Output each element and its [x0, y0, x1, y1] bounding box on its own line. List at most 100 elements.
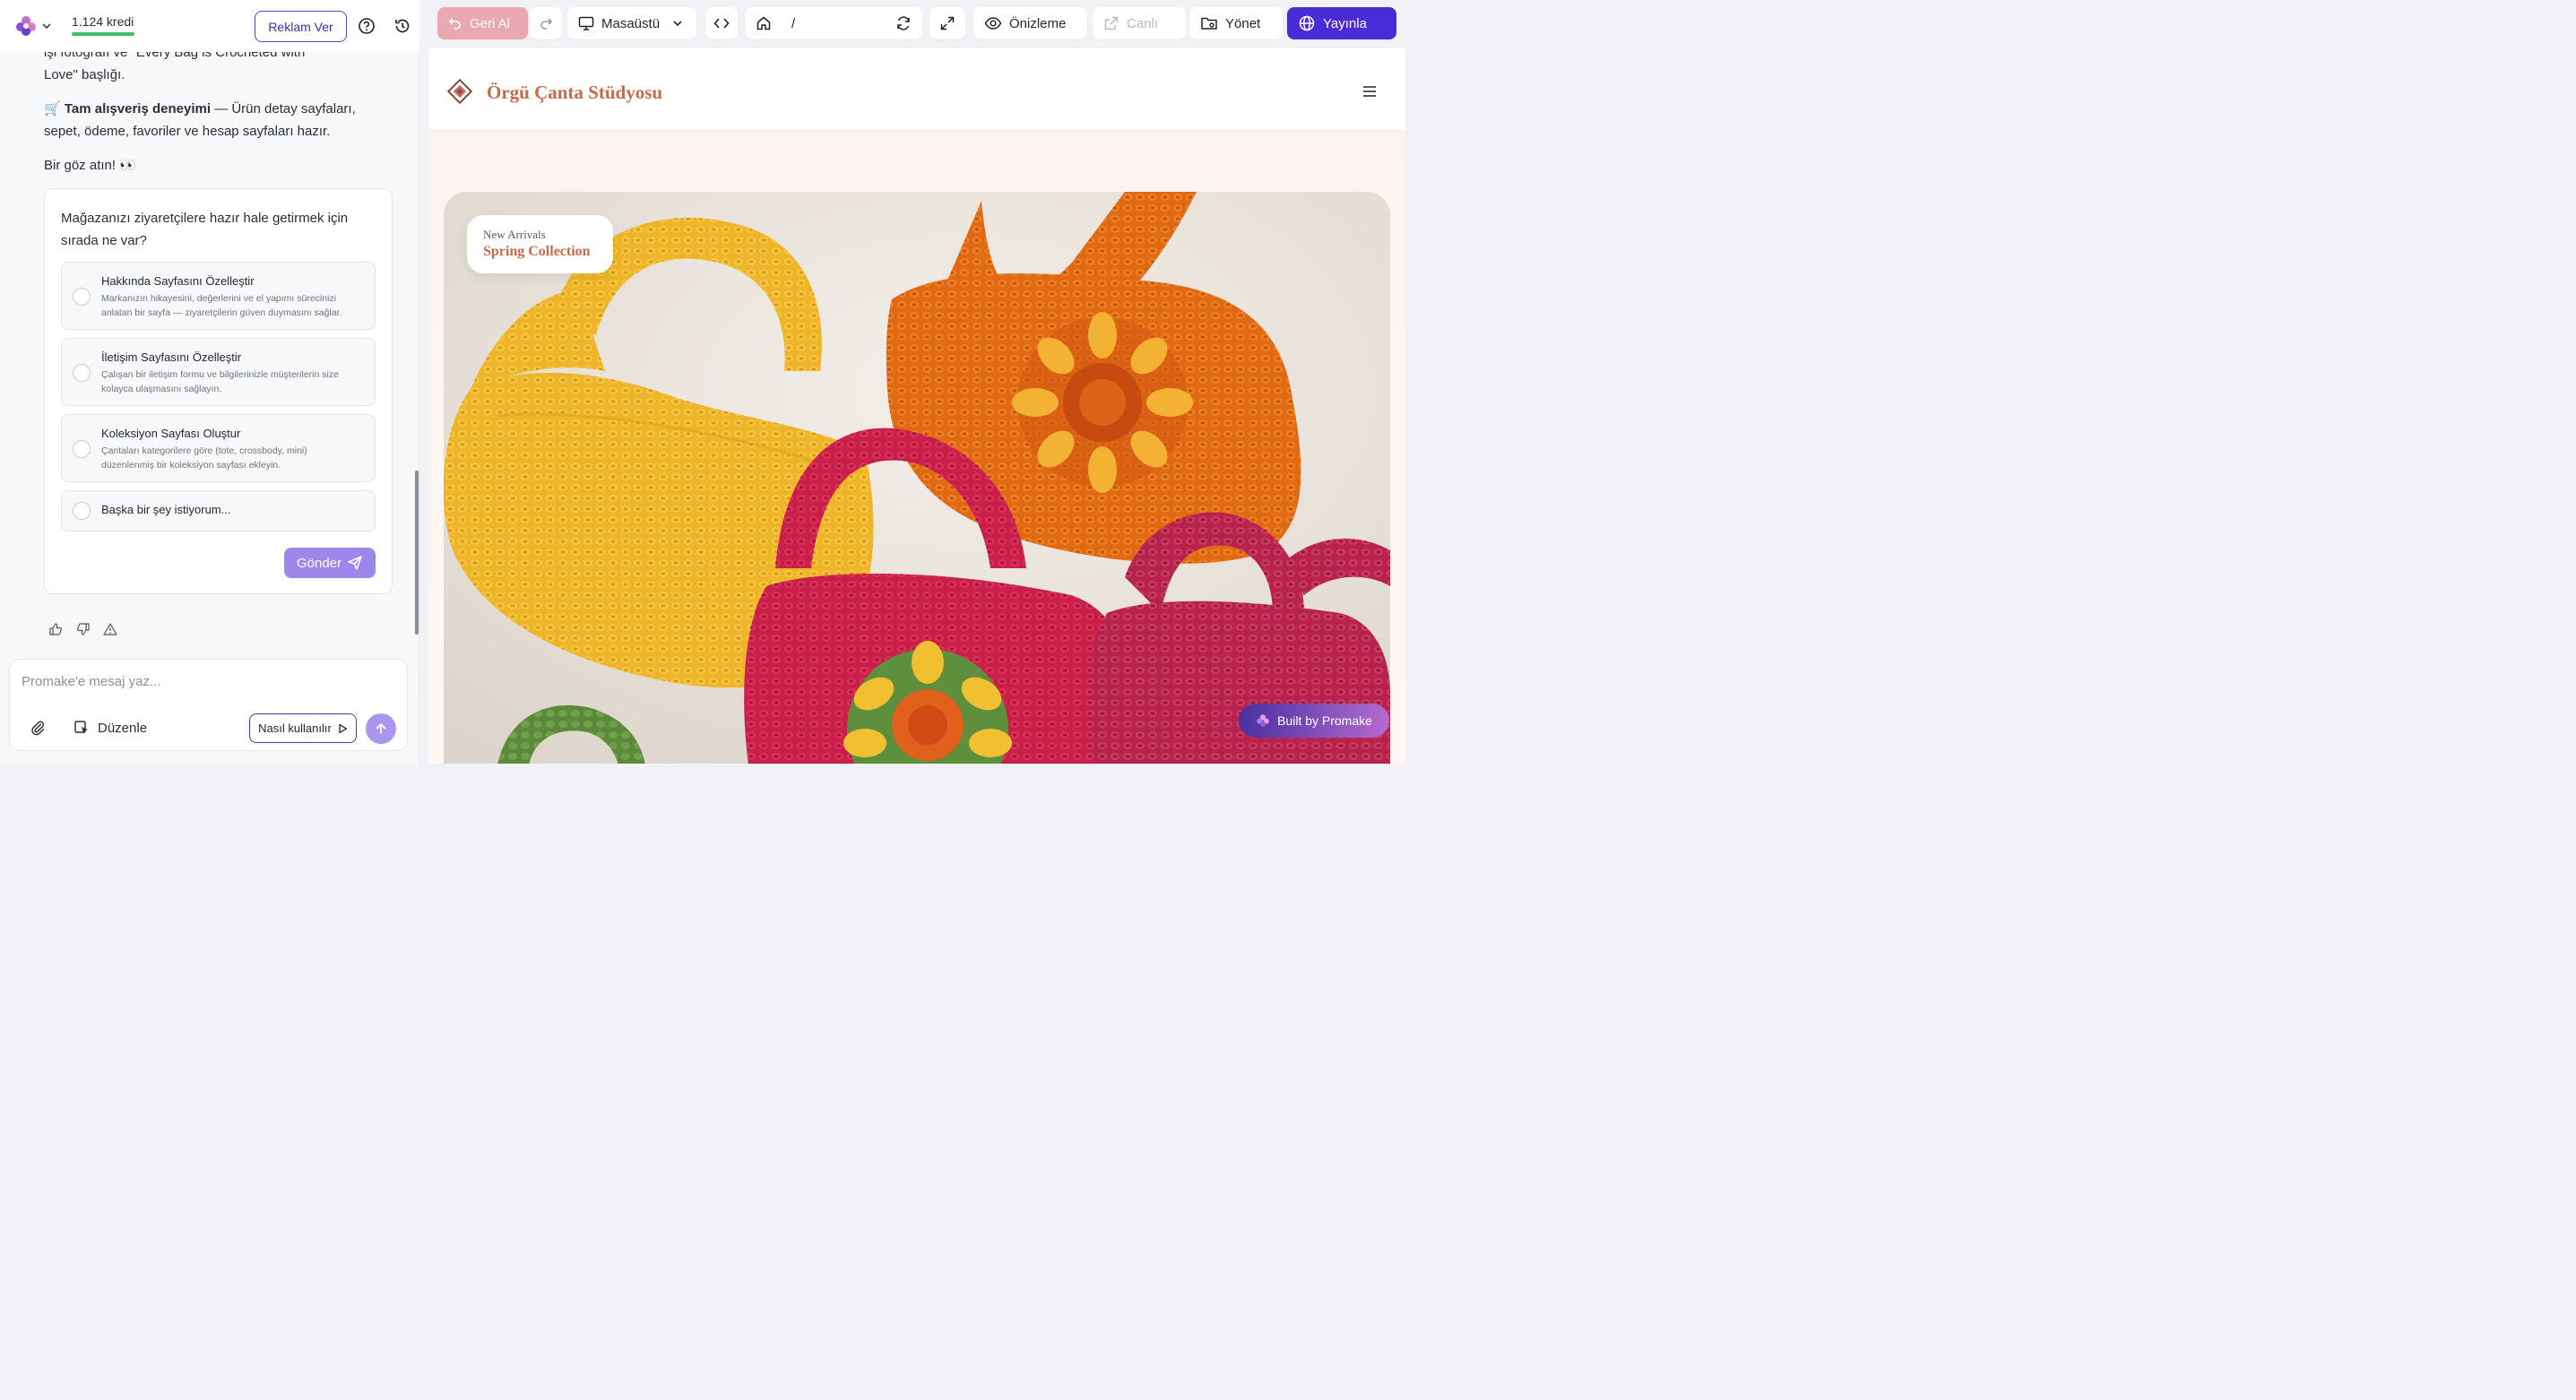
preview-button[interactable]: Önizleme — [973, 7, 1087, 39]
edit-cursor-icon — [74, 721, 88, 734]
option-title: Koleksiyon Sayfası Oluştur — [101, 427, 241, 440]
chevron-down-icon — [673, 21, 682, 27]
thumbs-up-icon — [49, 623, 62, 635]
home-icon — [756, 16, 771, 30]
built-by-promake-badge[interactable]: Built by Promake — [1239, 704, 1389, 738]
paper-plane-icon — [348, 556, 362, 570]
question-card: Mağazanızı ziyaretçilere hazır hale geti… — [44, 188, 393, 594]
chat-panel: 1.124 kredi Reklam Ver işi fotoğrafı ve … — [0, 0, 419, 764]
option-collection[interactable]: Koleksiyon Sayfası Oluştur Çantaları kat… — [61, 414, 376, 482]
hero-image-crochet-bags — [444, 192, 1390, 764]
site-title[interactable]: Örgü Çanta Stüdyosu — [487, 82, 662, 104]
undo-button[interactable]: Geri Al — [437, 7, 528, 39]
hamburger-menu-icon[interactable] — [1361, 82, 1379, 100]
undo-label: Geri Al — [470, 15, 511, 31]
attach-button[interactable] — [29, 719, 47, 737]
report-button[interactable] — [102, 621, 118, 637]
chat-message-look: Bir göz atın! 👀 — [44, 158, 136, 173]
folder-settings-icon — [1201, 17, 1217, 30]
option-other[interactable]: Başka bir şey istiyorum... — [61, 490, 376, 531]
option-title: İletişim Sayfasını Özelleştir — [101, 350, 242, 364]
radio-button[interactable] — [73, 288, 91, 306]
play-icon — [339, 723, 347, 733]
option-description: Çalışan bir iletişim formu ve bilgilerin… — [101, 369, 339, 394]
history-icon — [395, 19, 410, 33]
device-label: Masaüstü — [601, 15, 661, 31]
site-header: Örgü Çanta Stüdyosu — [428, 52, 1405, 129]
cart-icon: 🛒 — [44, 101, 65, 117]
live-button[interactable]: Canlı — [1093, 7, 1186, 39]
thumbs-down-button[interactable] — [75, 621, 91, 637]
option-title: Hakkında Sayfasını Özelleştir — [101, 274, 255, 288]
credits-indicator[interactable]: 1.124 kredi — [72, 14, 134, 36]
diamond-logo-icon[interactable] — [447, 79, 472, 104]
option-about[interactable]: Hakkında Sayfasını Özelleştir Markanızın… — [61, 262, 376, 330]
manage-label: Yönet — [1225, 15, 1261, 31]
chat-message-shopping: 🛒 Tam alışveriş deneyimi — Ürün detay sa… — [44, 98, 358, 143]
eye-icon — [984, 17, 1002, 30]
redo-icon — [540, 18, 553, 30]
undo-icon — [448, 18, 461, 30]
chat-line: işi fotoğrafı ve "Every Bag is Crocheted… — [44, 52, 306, 60]
fullscreen-button[interactable] — [929, 7, 965, 39]
manage-button[interactable]: Yönet — [1189, 7, 1283, 39]
flower-logo-icon — [16, 16, 36, 36]
code-icon — [713, 18, 730, 29]
thumbs-down-icon — [77, 623, 90, 635]
editor-toolbar: Geri Al Masaüstü / Önizleme Canlı Yönet … — [428, 0, 1405, 48]
publish-button[interactable]: Yayınla — [1287, 7, 1396, 39]
help-icon — [359, 18, 375, 34]
expand-icon — [940, 16, 955, 30]
option-description: Çantaları kategorilere göre (tote, cross… — [101, 445, 307, 471]
credits-text: 1.124 kredi — [72, 14, 134, 29]
chat-scrollbar[interactable] — [415, 471, 419, 635]
preview-label: Önizleme — [1009, 15, 1067, 31]
edit-button-icon-wrap[interactable] — [73, 719, 91, 737]
radio-button[interactable] — [73, 364, 91, 382]
device-select[interactable]: Masaüstü — [567, 7, 696, 39]
message-composer: Düzenle Nasıl kullanılır — [9, 659, 408, 751]
submit-message-button[interactable] — [366, 713, 396, 744]
crochet-bags-illustration — [444, 192, 1390, 764]
how-to-use-button[interactable]: Nasıl kullanılır — [249, 713, 357, 743]
arrow-up-icon — [376, 723, 386, 734]
live-label: Canlı — [1127, 15, 1159, 31]
url-path[interactable]: / — [791, 16, 795, 31]
advertise-button[interactable]: Reklam Ver — [255, 11, 347, 42]
refresh-icon — [897, 16, 910, 30]
how-to-use-label: Nasıl kullanılır — [258, 722, 332, 735]
chevron-down-icon — [42, 23, 51, 30]
app-logo-menu[interactable] — [14, 14, 54, 38]
option-description: Markanızın hikayesini, değerlerini ve el… — [101, 293, 342, 318]
external-link-icon — [1104, 16, 1119, 30]
history-button[interactable] — [392, 15, 413, 37]
question-text: Mağazanızı ziyaretçilere hazır hale geti… — [61, 211, 349, 248]
badge-title: Spring Collection — [483, 244, 591, 259]
globe-icon — [1299, 15, 1315, 31]
option-title: Başka bir şey istiyorum... — [101, 503, 231, 516]
send-button[interactable]: Gönder — [284, 548, 376, 578]
site-preview: Örgü Çanta Stüdyosu New Arrivals Spring … — [428, 48, 1405, 764]
monitor-icon — [578, 16, 594, 30]
warning-icon — [103, 623, 117, 635]
message-input[interactable] — [22, 674, 389, 689]
send-label: Gönder — [296, 555, 342, 571]
help-button[interactable] — [356, 15, 377, 37]
url-bar[interactable]: / — [745, 7, 922, 39]
radio-button[interactable] — [73, 502, 91, 520]
credits-bar — [72, 32, 134, 36]
radio-button[interactable] — [73, 440, 91, 458]
code-view-button[interactable] — [705, 7, 738, 39]
chat-history: işi fotoğrafı ve "Every Bag is Crocheted… — [0, 52, 414, 652]
shopping-title: Tam alışveriş deneyimi — [64, 101, 211, 117]
built-by-label: Built by Promake — [1277, 713, 1372, 728]
new-arrivals-badge[interactable]: New Arrivals Spring Collection — [467, 215, 613, 273]
redo-button[interactable] — [530, 7, 562, 39]
chat-topbar: 1.124 kredi Reklam Ver — [0, 0, 419, 52]
chat-line: Love" başlığı. — [44, 67, 125, 82]
option-contact[interactable]: İletişim Sayfasını Özelleştir Çalışan bi… — [61, 338, 376, 406]
edit-label[interactable]: Düzenle — [98, 721, 147, 736]
flower-logo-icon — [1257, 714, 1269, 727]
thumbs-up-button[interactable] — [48, 621, 64, 637]
publish-label: Yayınla — [1323, 15, 1367, 31]
